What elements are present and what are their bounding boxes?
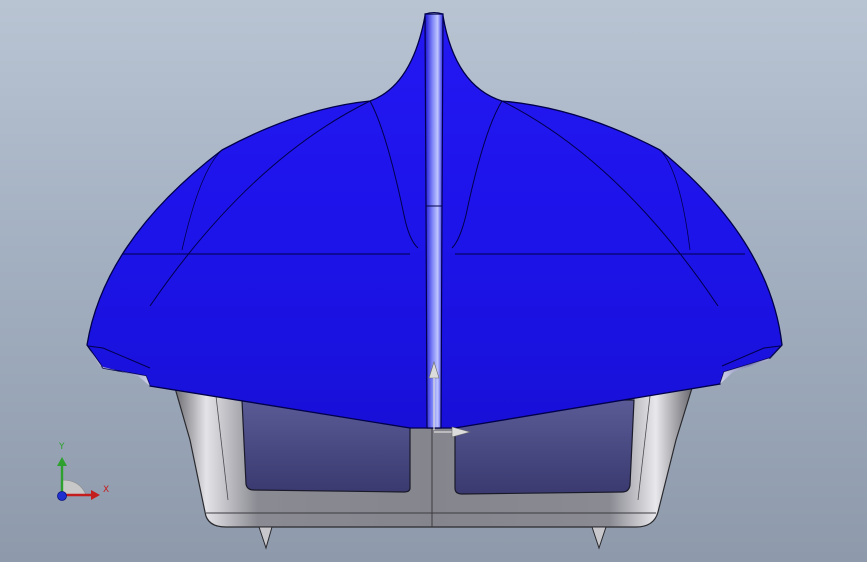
triad-y-label: Y <box>59 442 65 452</box>
triad-x-label: X <box>103 485 110 495</box>
graphics-viewport[interactable]: Y X <box>0 0 867 562</box>
reference-triad[interactable]: Y X <box>40 435 120 510</box>
triad-z-axis-icon <box>57 491 67 501</box>
cad-model[interactable] <box>0 0 867 562</box>
support-foot-right <box>591 526 607 550</box>
support-foot-left <box>258 526 273 550</box>
